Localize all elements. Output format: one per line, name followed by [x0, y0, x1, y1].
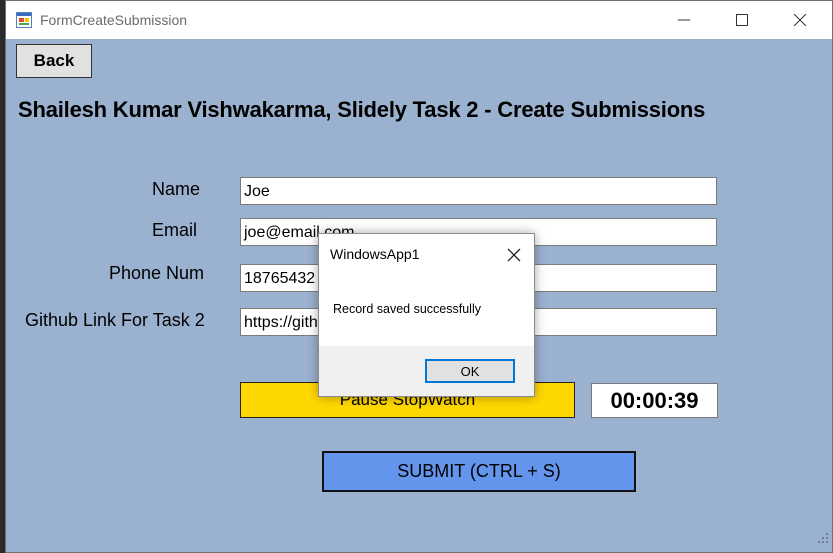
maximize-button[interactable] [720, 1, 766, 39]
maximize-icon [736, 14, 748, 26]
stopwatch-display: 00:00:39 [591, 383, 718, 418]
phone-label: Phone Num [109, 263, 205, 283]
dialog-message: Record saved successfully [333, 302, 481, 316]
resize-grip-icon[interactable] [818, 530, 828, 548]
email-label: Email [152, 220, 198, 240]
back-button[interactable]: Back [16, 44, 92, 78]
ok-button[interactable]: OK [425, 359, 515, 383]
dialog-title: WindowsApp1 [330, 246, 420, 262]
window-title: FormCreateSubmission [40, 12, 188, 28]
windows-form-icon [16, 12, 32, 28]
dialog-footer: OK [319, 346, 534, 396]
message-dialog: WindowsApp1 Record saved successfully OK [318, 233, 535, 397]
dialog-close-icon[interactable] [503, 244, 525, 266]
close-icon [794, 14, 806, 26]
minimize-icon [678, 19, 690, 21]
name-label: Name [152, 179, 201, 199]
github-label: Github Link For Task 2 [25, 310, 205, 330]
title-bar[interactable]: FormCreateSubmission [6, 1, 832, 39]
minimize-button[interactable] [662, 1, 708, 39]
name-field[interactable]: Joe [240, 177, 717, 205]
page-title: Shailesh Kumar Vishwakarma, Slidely Task… [18, 97, 706, 122]
submit-button[interactable]: SUBMIT (CTRL + S) [322, 451, 636, 492]
close-button[interactable] [778, 1, 824, 39]
